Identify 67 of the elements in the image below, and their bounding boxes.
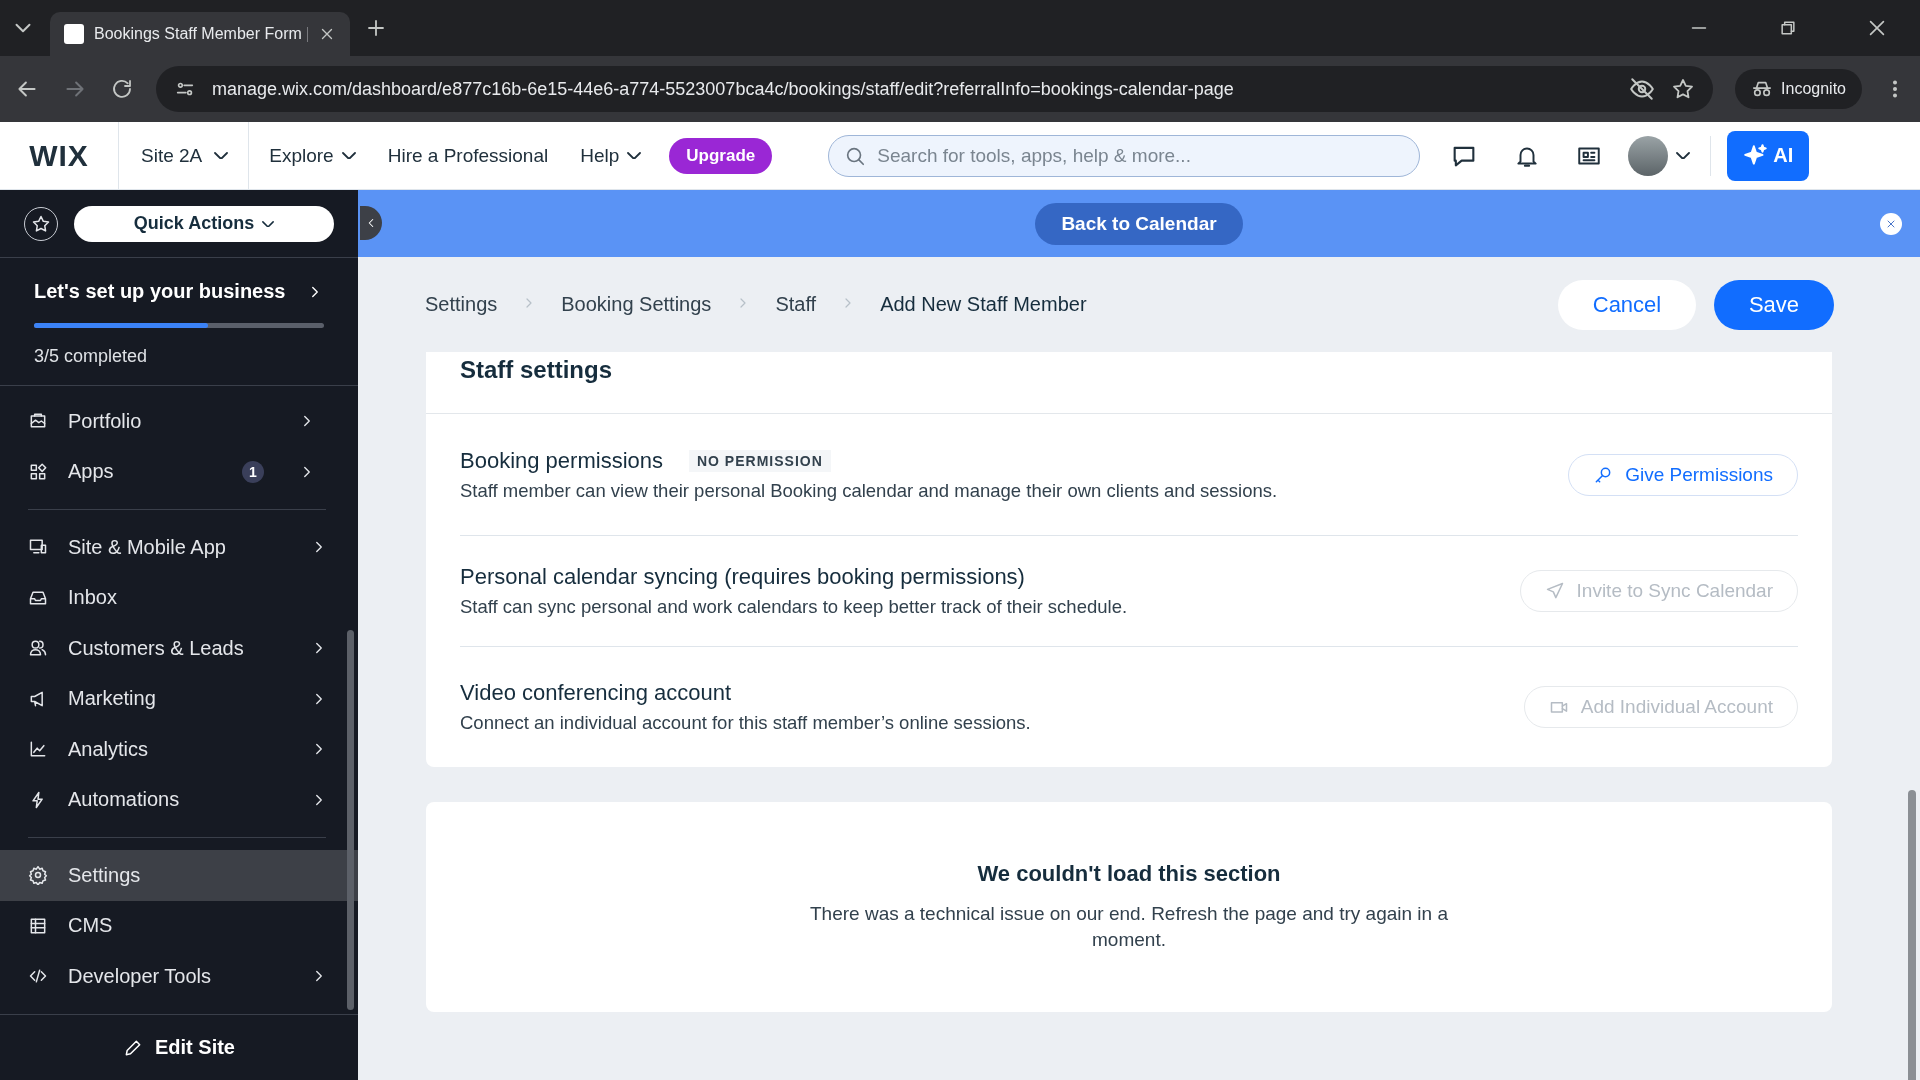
send-icon — [1544, 581, 1565, 601]
browser-tab[interactable]: Bookings Staff Member Form | — [50, 12, 350, 56]
sidebar-item[interactable]: Inbox — [0, 572, 358, 623]
caret-icon — [341, 152, 356, 159]
cancel-button[interactable]: Cancel — [1558, 279, 1696, 330]
sidebar-item[interactable]: Apps 1 — [0, 446, 346, 497]
breadcrumb-current: Add New Staff Member — [880, 293, 1087, 316]
setting-action-button[interactable]: Give Permissions — [1568, 453, 1798, 496]
setting-title: Video conferencing account — [460, 680, 732, 706]
sidebar-item[interactable]: Automations — [0, 774, 358, 825]
account-menu[interactable] — [1628, 135, 1712, 176]
close-banner-button[interactable] — [1880, 213, 1902, 235]
sidebar-item[interactable]: Developer Tools — [0, 951, 358, 1002]
tab-title: Bookings Staff Member Form | — [94, 25, 308, 43]
setting-title: Booking permissions — [460, 447, 663, 474]
sidebar-item[interactable]: Analytics — [0, 724, 358, 775]
close-icon — [1885, 218, 1897, 230]
quick-actions-button[interactable]: Quick Actions — [74, 205, 334, 242]
scrollbar-thumb[interactable] — [347, 630, 354, 1010]
address-bar[interactable]: manage.wix.com/dashboard/e877c16b-6e15-44e6-a774-5523007bca4c/bookings/staff/edit?referralInfo=bookings-calendar-page — [156, 66, 1714, 112]
star-icon — [31, 213, 51, 234]
save-button[interactable]: Save — [1714, 279, 1834, 330]
error-message: There was a technical issue on our end. Refresh the page and try again in a moment. — [809, 902, 1449, 952]
sidebar-item[interactable]: Settings — [0, 850, 358, 901]
caret-icon — [627, 152, 642, 159]
star-icon[interactable] — [1671, 77, 1696, 101]
reload-icon[interactable] — [110, 77, 134, 101]
breadcrumb-link[interactable]: Staff — [775, 293, 817, 316]
setting-description: Connect an individual account for this staff member’s online sessions. — [460, 712, 1032, 734]
count-badge: 1 — [242, 460, 264, 483]
nav-menu-item[interactable]: Explore — [255, 136, 370, 175]
nav-menu-item[interactable]: Hire a Professional — [373, 136, 563, 175]
status-badge: NO PERMISSION — [689, 449, 831, 472]
ai-button[interactable]: AI — [1727, 130, 1810, 181]
nav-menu-item[interactable]: Help — [566, 136, 656, 175]
setting-description: Staff can sync personal and work calendars to keep better track of their schedule. — [460, 596, 1129, 618]
eye-off-icon[interactable] — [1629, 76, 1656, 102]
restore-icon[interactable] — [1778, 18, 1798, 38]
gear-icon — [28, 865, 48, 886]
sidebar-item[interactable]: Customers & Leads — [0, 623, 358, 674]
card-title: Staff settings — [426, 352, 1832, 414]
caret-icon — [214, 152, 229, 159]
wix-logo[interactable]: WIX — [0, 138, 118, 173]
sidebar-item[interactable]: CMS — [0, 900, 358, 951]
upgrade-button[interactable]: Upgrade — [669, 137, 773, 174]
sidebar-item[interactable]: Marketing — [0, 673, 358, 724]
progress-text: 3/5 completed — [34, 346, 149, 367]
apps-icon — [28, 461, 48, 482]
back-to-calendar-button[interactable]: Back to Calendar — [1035, 202, 1243, 245]
error-title: We couldn't load this section — [977, 861, 1281, 888]
caret-icon — [1676, 152, 1691, 159]
url-text: manage.wix.com/dashboard/e877c16b-6e15-44e6-a774-5523007bca4c/bookings/staff/edit?referralInfo=bookings-calendar-page — [212, 78, 1235, 100]
sidebar-item[interactable]: Portfolio — [0, 396, 346, 447]
setting-title: Personal calendar syncing (requires booking permissions) — [460, 564, 1025, 590]
avatar-icon — [1628, 135, 1669, 176]
caret-icon — [262, 220, 275, 227]
breadcrumb-link[interactable]: Booking Settings — [561, 293, 712, 316]
edit-site-button[interactable]: Edit Site — [117, 1035, 241, 1060]
collapse-sidebar-button[interactable] — [360, 206, 382, 240]
setup-link[interactable]: Let's set up your business — [34, 280, 324, 303]
setting-description: Staff member can view their personal Booking calendar and manage their own clients and sessions. — [460, 479, 1279, 502]
breadcrumb-link[interactable]: Settings — [425, 293, 498, 316]
sidebar-item[interactable]: Site & Mobile App — [0, 522, 358, 573]
search-field[interactable]: Search for tools, apps, help & more... — [828, 134, 1421, 177]
site-selector[interactable]: Site 2A — [118, 122, 250, 189]
incognito-button[interactable]: Incognito — [1735, 69, 1862, 109]
site-favicon-icon — [64, 24, 84, 44]
